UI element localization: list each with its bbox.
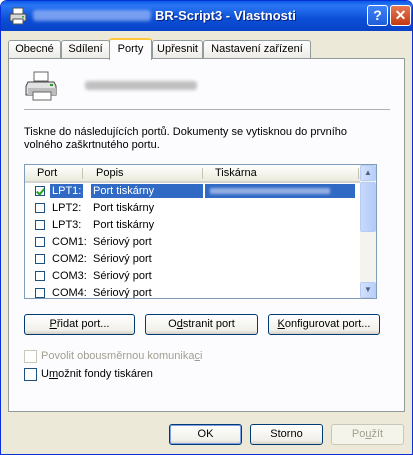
printer-cell-redacted <box>205 184 355 198</box>
ports-description: Tiskne do následujících portů. Dokumenty… <box>24 126 348 151</box>
add-port-button[interactable]: Přidat port... <box>24 314 135 335</box>
port-checkbox[interactable] <box>35 288 45 298</box>
port-list-scrollbar[interactable]: ▲ ▼ <box>360 165 376 298</box>
ok-button[interactable]: OK <box>169 424 242 445</box>
port-name: COM2: <box>52 253 87 265</box>
configure-port-button[interactable]: Konfigurovat port... <box>268 314 380 335</box>
scroll-up-icon[interactable]: ▲ <box>360 165 376 181</box>
port-description: Sériový port <box>93 236 152 248</box>
tab-advanced[interactable]: Upřesnit <box>152 40 203 58</box>
printer-name-redacted <box>85 81 197 90</box>
port-name: LPT1: <box>50 184 84 198</box>
window-title: BR-Script3 - Vlastnosti <box>155 8 296 23</box>
port-checkbox[interactable] <box>35 271 45 281</box>
port-row-com4[interactable]: COM4: Sériový port <box>25 285 360 299</box>
tab-device-settings[interactable]: Nastavení zařízení <box>203 40 311 58</box>
scroll-thumb[interactable] <box>360 182 376 232</box>
cancel-button[interactable]: Storno <box>250 424 323 445</box>
title-bar[interactable]: BR-Script3 - Vlastnosti ? ✕ <box>1 1 412 31</box>
printer-icon <box>25 71 57 101</box>
port-name: COM4: <box>52 287 87 299</box>
properties-dialog: BR-Script3 - Vlastnosti ? ✕ Obecné Sdíle… <box>0 0 413 455</box>
title-redacted-printer-name <box>33 10 151 21</box>
port-checkbox[interactable] <box>35 186 45 196</box>
port-row-lpt1[interactable]: LPT1: Port tiskárny <box>25 183 360 200</box>
port-checkbox[interactable] <box>35 220 45 230</box>
apply-button[interactable]: Použít <box>331 424 404 445</box>
port-description: Sériový port <box>93 253 152 265</box>
tab-sharing[interactable]: Sdílení <box>61 40 110 58</box>
port-row-com3[interactable]: COM3: Sériový port <box>25 268 360 285</box>
bidirectional-label: Povolit obousměrnou komunikaci <box>41 350 203 362</box>
port-row-lpt2[interactable]: LPT2: Port tiskárny <box>25 200 360 217</box>
close-button[interactable]: ✕ <box>390 5 411 26</box>
port-description: Sériový port <box>93 270 152 282</box>
port-description: Port tiskárny <box>93 202 155 214</box>
port-row-com2[interactable]: COM2: Sériový port <box>25 251 360 268</box>
col-port-header[interactable]: Port <box>37 167 57 179</box>
port-description: Port tiskárny <box>91 184 203 198</box>
printer-pooling-checkbox[interactable] <box>24 368 37 381</box>
help-button[interactable]: ? <box>367 5 388 26</box>
col-desc-header[interactable]: Popis <box>96 167 124 179</box>
port-description: Port tiskárny <box>93 219 155 231</box>
ports-tab-page: Tiskne do následujících portů. Dokumenty… <box>8 58 405 412</box>
scroll-down-icon[interactable]: ▼ <box>360 282 376 298</box>
port-row-com1[interactable]: COM1: Sériový port <box>25 234 360 251</box>
port-checkbox[interactable] <box>35 254 45 264</box>
port-name: LPT2: <box>52 202 82 214</box>
delete-port-button[interactable]: Odstranit port <box>145 314 258 335</box>
port-checkbox[interactable] <box>35 203 45 213</box>
bidirectional-checkbox[interactable] <box>24 350 37 363</box>
tab-ports[interactable]: Porty <box>109 38 152 60</box>
port-name: COM1: <box>52 236 87 248</box>
port-checkbox[interactable] <box>35 237 45 247</box>
port-name: LPT3: <box>52 219 82 231</box>
port-description: Sériový port <box>93 287 152 299</box>
port-row-lpt3[interactable]: LPT3: Port tiskárny <box>25 217 360 234</box>
col-printer-header[interactable]: Tiskárna <box>215 167 257 179</box>
port-name: COM3: <box>52 270 87 282</box>
port-list-header: Port Popis Tiskárna <box>25 165 360 183</box>
separator <box>24 109 390 110</box>
printer-pooling-label: Umožnit fondy tiskáren <box>41 368 153 380</box>
tab-general[interactable]: Obecné <box>8 40 61 58</box>
port-list[interactable]: Port Popis Tiskárna LPT1: Port tiskárny … <box>24 164 377 299</box>
printer-app-icon <box>9 7 27 25</box>
